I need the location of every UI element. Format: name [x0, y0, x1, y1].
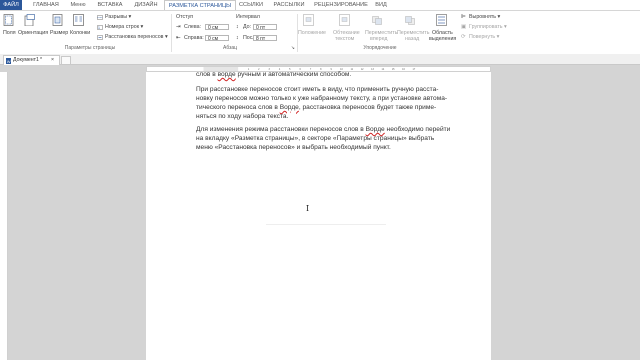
wrap-text-icon[interactable] — [339, 14, 350, 26]
indent-heading: Отступ — [176, 14, 194, 20]
group-button[interactable]: Группировать ▾ — [469, 24, 507, 30]
indent-left-icon: ⇥ — [176, 24, 181, 30]
divider — [266, 224, 386, 225]
text-line: тического переноса слов в Ворде, расстан… — [196, 103, 437, 111]
indent-left-label: Слева: — [184, 24, 202, 30]
svg-text:1: 1 — [98, 26, 100, 30]
tab-mailings[interactable]: РАССЫЛКИ — [270, 1, 308, 10]
paragraph: Для изменения режима расстановки перенос… — [196, 126, 456, 153]
tab-references[interactable]: ССЫЛКИ — [236, 1, 266, 10]
tab-review[interactable]: РЕЦЕНЗИРОВАНИЕ — [312, 1, 370, 10]
text-line: При расстановке переносов стоит иметь в … — [196, 86, 439, 93]
ribbon: Поля Ориентация Размер Колонки Разрывы ▾… — [0, 10, 640, 55]
margins-icon[interactable] — [3, 14, 14, 26]
rotate-icon: ⟳ — [461, 34, 466, 40]
bring-forward-icon[interactable] — [372, 14, 383, 26]
modified-marker: * — [40, 57, 43, 63]
hyphenation-icon — [97, 35, 103, 40]
breaks-button[interactable]: Разрывы ▾ — [105, 14, 131, 20]
spacing-before-input[interactable]: 0 пт — [253, 24, 277, 31]
misspelled-word[interactable]: Ворде — [280, 104, 299, 111]
wrap-text-button-line2: текстом — [335, 36, 355, 42]
misspelled-word[interactable]: Ворде — [366, 126, 385, 133]
breaks-icon — [97, 15, 103, 20]
tab-menu[interactable]: Меню — [67, 1, 89, 10]
close-icon[interactable]: × — [51, 56, 54, 65]
selection-pane-icon[interactable] — [436, 14, 447, 26]
document-tab[interactable]: W Документ1 * × — [3, 55, 60, 65]
line-numbers-button[interactable]: Номера строк ▾ — [105, 24, 143, 30]
indent-right-label: Справа: — [184, 35, 204, 41]
tab-insert[interactable]: ВСТАВКА — [92, 1, 128, 10]
tab-file[interactable]: ФАЙЛ — [0, 0, 22, 10]
indent-right-icon: ⇤ — [176, 35, 181, 41]
size-button[interactable]: Размер — [50, 30, 68, 36]
spacing-after-input[interactable]: 8 пт — [253, 35, 277, 42]
orientation-icon[interactable] — [24, 14, 35, 26]
paragraph: При расстановке переносов стоит иметь в … — [196, 86, 456, 122]
vertical-ruler[interactable] — [0, 72, 8, 360]
tab-view[interactable]: ВИД — [372, 1, 390, 10]
send-backward-button-line2: назад — [405, 36, 420, 42]
tab-design[interactable]: ДИЗАЙН — [130, 1, 162, 10]
tab-home[interactable]: ГЛАВНАЯ — [27, 1, 65, 10]
text-cursor-icon: I — [306, 204, 310, 213]
arrange-group-label: Упорядочение — [363, 45, 397, 51]
columns-icon[interactable] — [73, 14, 84, 26]
hyphenation-button[interactable]: Расстановка переносов ▾ — [105, 34, 168, 40]
align-button[interactable]: Выровнять ▾ — [469, 14, 500, 20]
rotate-button[interactable]: Повернуть ▾ — [469, 34, 499, 40]
selection-pane-button-line2: выделения — [429, 36, 457, 42]
paragraph-launcher-icon[interactable]: ↘ — [291, 45, 295, 51]
word-doc-icon: W — [6, 58, 11, 64]
send-backward-icon[interactable] — [405, 14, 416, 26]
columns-button[interactable]: Колонки — [70, 30, 90, 36]
text-line: на вкладку «Разметка страницы», в сектор… — [196, 134, 435, 142]
paragraph-group-label: Абзац — [222, 45, 238, 51]
page-setup-group-label: Параметры страницы — [64, 45, 116, 51]
orientation-button[interactable]: Ориентация — [18, 30, 48, 36]
align-icon: ⊫ — [461, 14, 466, 20]
spacing-before-label: До: — [243, 24, 252, 30]
spacing-after-icon: ↕ — [236, 35, 239, 41]
indent-right-input[interactable]: 0 см — [205, 35, 229, 42]
indent-left-input[interactable]: 0 см — [205, 24, 229, 31]
separator — [171, 14, 172, 52]
document-tab-title: Документ1 — [13, 57, 39, 63]
margins-button[interactable]: Поля — [3, 30, 16, 36]
new-tab-button[interactable] — [61, 56, 71, 65]
position-button[interactable]: Положение — [298, 30, 326, 36]
paragraph-tail: слов в ворде ручным и автоматическим спо… — [196, 71, 352, 78]
spacing-before-icon: ↕ — [236, 24, 239, 30]
spacing-heading: Интервал — [236, 14, 260, 20]
bring-forward-button-line2: вперед — [370, 36, 388, 42]
text-line: меню «Расстановка переносов» и выбрать н… — [196, 143, 391, 151]
position-icon[interactable] — [303, 14, 314, 26]
size-icon[interactable] — [52, 14, 63, 26]
text-line: Для изменения режима расстановки перенос… — [196, 126, 451, 133]
text-line: слов в ворде ручным и автоматическим спо… — [196, 71, 456, 80]
misspelled-word[interactable]: ворде — [218, 71, 236, 78]
text-line: новку переносов можно только к уже набра… — [196, 94, 448, 102]
document-tab-bar: W Документ1 * × — [0, 54, 640, 65]
text-line: няться по ходу набора текста. — [196, 112, 289, 120]
group-icon: ▣ — [461, 24, 467, 30]
ribbon-tabs: ФАЙЛ ГЛАВНАЯ Меню ВСТАВКА ДИЗАЙН РАЗМЕТК… — [0, 0, 640, 11]
svg-text:W: W — [7, 59, 11, 64]
document-page[interactable]: слов в ворде ручным и автоматическим спо… — [146, 71, 491, 360]
line-numbers-icon: 1 — [97, 25, 103, 30]
